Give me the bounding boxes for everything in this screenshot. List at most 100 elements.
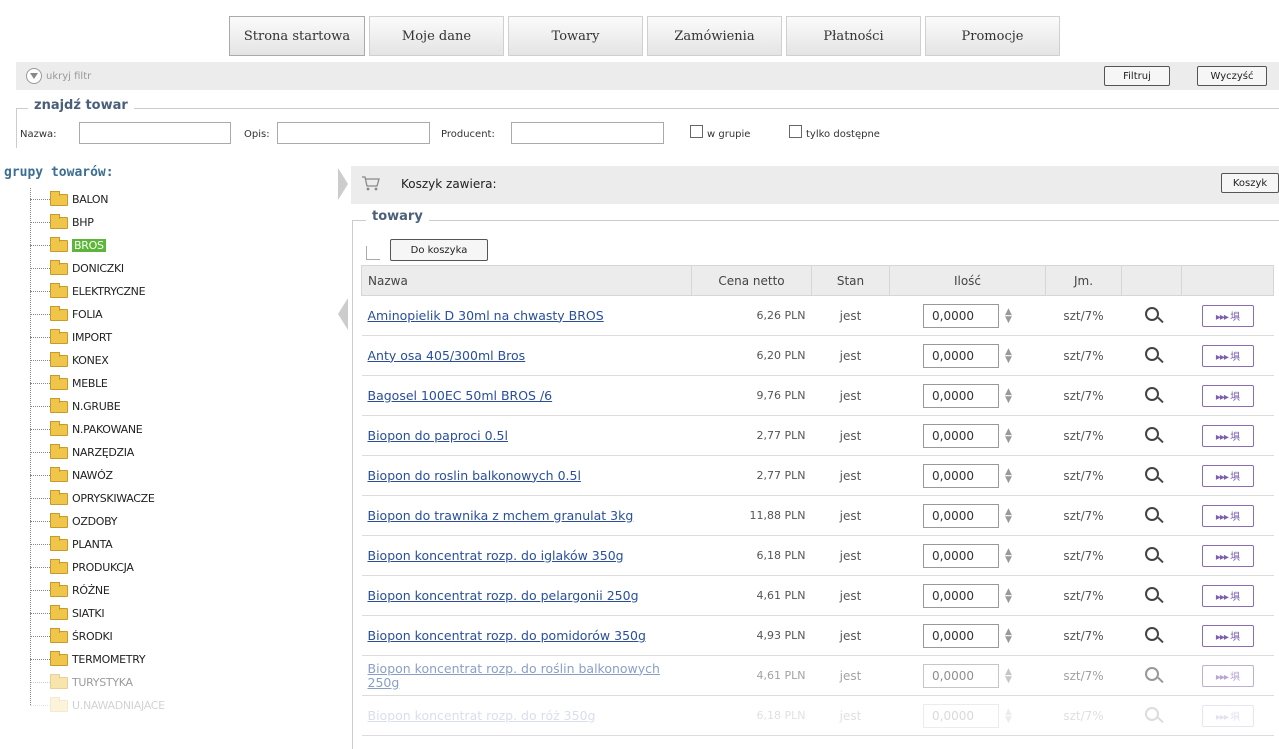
- tree-item[interactable]: IMPORT: [30, 326, 165, 349]
- expand-arrow-icon[interactable]: [338, 168, 348, 200]
- add-row-to-cart-button[interactable]: ▸▸▸ 埧: [1201, 544, 1254, 567]
- spinner-icon[interactable]: ▲ ▼: [1005, 668, 1012, 685]
- tab-products[interactable]: Towary: [508, 16, 643, 56]
- quantity-input[interactable]: 0,0000: [923, 343, 1000, 368]
- tree-item[interactable]: N.GRUBE: [30, 395, 165, 418]
- spinner-icon[interactable]: ▲ ▼: [1005, 548, 1012, 565]
- add-row-to-cart-button[interactable]: ▸▸▸ 埧: [1201, 584, 1254, 607]
- quantity-input[interactable]: 0,0000: [923, 463, 1000, 488]
- magnifier-icon[interactable]: [1144, 467, 1159, 481]
- magnifier-icon[interactable]: [1144, 347, 1159, 361]
- clear-button[interactable]: Wyczyść: [1197, 66, 1267, 86]
- name-input[interactable]: [79, 122, 231, 144]
- col-name[interactable]: Nazwa: [361, 265, 692, 296]
- magnifier-icon[interactable]: [1144, 627, 1159, 641]
- add-row-to-cart-button[interactable]: ▸▸▸ 埧: [1201, 304, 1254, 327]
- tree-item[interactable]: RÓŻNE: [30, 579, 165, 602]
- product-link[interactable]: Biopon koncentrat rozp. do iglaków 350g: [368, 548, 624, 563]
- quantity-input[interactable]: 0,0000: [923, 543, 1000, 568]
- tree-item[interactable]: TURYSTYKA: [30, 671, 165, 694]
- in-group-checkbox[interactable]: [690, 125, 703, 138]
- col-qty[interactable]: Ilość: [889, 265, 1046, 296]
- spinner-icon[interactable]: ▲ ▼: [1005, 388, 1012, 405]
- magnifier-icon[interactable]: [1144, 587, 1159, 601]
- spinner-icon[interactable]: ▲ ▼: [1005, 348, 1012, 365]
- panel-splitter[interactable]: [336, 166, 350, 330]
- spinner-icon[interactable]: ▲ ▼: [1005, 508, 1012, 525]
- product-link[interactable]: Biopon do paproci 0.5l: [368, 428, 508, 443]
- magnifier-icon[interactable]: [1144, 307, 1159, 321]
- spinner-icon[interactable]: ▲ ▼: [1005, 308, 1012, 325]
- tree-item[interactable]: KONEX: [30, 349, 165, 372]
- product-link[interactable]: Biopon do roslin balkonowych 0.5l: [368, 468, 581, 483]
- hide-filter-toggle[interactable]: ukryj filtr: [26, 68, 91, 84]
- tree-item[interactable]: FOLIA: [30, 303, 165, 326]
- producer-input[interactable]: [511, 122, 664, 144]
- product-link[interactable]: Anty osa 405/300ml Bros: [368, 348, 526, 363]
- spinner-icon[interactable]: ▲ ▼: [1005, 708, 1012, 725]
- spinner-icon[interactable]: ▲ ▼: [1005, 588, 1012, 605]
- spinner-icon[interactable]: ▲ ▼: [1005, 468, 1012, 485]
- tab-promotions[interactable]: Promocje: [925, 16, 1060, 56]
- add-row-to-cart-button[interactable]: ▸▸▸ 埧: [1201, 664, 1254, 687]
- magnifier-icon[interactable]: [1144, 707, 1159, 721]
- add-row-to-cart-button[interactable]: ▸▸▸ 埧: [1201, 704, 1254, 727]
- magnifier-icon[interactable]: [1144, 387, 1159, 401]
- add-row-to-cart-button[interactable]: ▸▸▸ 埧: [1201, 384, 1254, 407]
- quantity-input[interactable]: 0,0000: [923, 503, 1000, 528]
- available-only-checkbox[interactable]: [789, 125, 802, 138]
- spinner-icon[interactable]: ▲ ▼: [1005, 628, 1012, 645]
- product-link[interactable]: Biopon koncentrat rozp. do róż 350g: [368, 708, 596, 723]
- tree-item[interactable]: TERMOMETRY: [30, 648, 165, 671]
- tree-item[interactable]: BROS: [30, 234, 165, 257]
- product-link[interactable]: Biopon koncentrat rozp. do pomidorów 350…: [368, 628, 646, 643]
- tree-item[interactable]: NAWÓZ: [30, 464, 165, 487]
- quantity-input[interactable]: 0,0000: [923, 703, 1000, 728]
- tree-item[interactable]: ŚRODKI: [30, 625, 165, 648]
- quantity-input[interactable]: 0,0000: [923, 303, 1000, 328]
- tree-item[interactable]: U.NAWADNIAJACE: [30, 694, 165, 717]
- col-stock[interactable]: Stan: [811, 265, 890, 296]
- add-row-to-cart-button[interactable]: ▸▸▸ 埧: [1201, 504, 1254, 527]
- tree-item[interactable]: PLANTA: [30, 533, 165, 556]
- tree-item[interactable]: OZDOBY: [30, 510, 165, 533]
- tree-item[interactable]: MEBLE: [30, 372, 165, 395]
- magnifier-icon[interactable]: [1144, 427, 1159, 441]
- filter-button[interactable]: Filtruj: [1104, 66, 1170, 86]
- add-to-cart-button[interactable]: Do koszyka: [390, 239, 488, 261]
- tree-item[interactable]: ELEKTRYCZNE: [30, 280, 165, 303]
- quantity-input[interactable]: 0,0000: [923, 583, 1000, 608]
- tree-item[interactable]: BALON: [30, 188, 165, 211]
- magnifier-icon[interactable]: [1144, 507, 1159, 521]
- col-price[interactable]: Cena netto: [691, 265, 812, 296]
- product-link[interactable]: Biopon do trawnika z mchem granulat 3kg: [368, 508, 634, 523]
- quantity-input[interactable]: 0,0000: [923, 663, 1000, 688]
- tree-item[interactable]: N.PAKOWANE: [30, 418, 165, 441]
- quantity-input[interactable]: 0,0000: [923, 383, 1000, 408]
- quantity-input[interactable]: 0,0000: [923, 423, 1000, 448]
- magnifier-icon[interactable]: [1144, 547, 1159, 561]
- tree-item[interactable]: NARZĘDZIA: [30, 441, 165, 464]
- product-link[interactable]: Bagosel 100EC 50ml BROS /6: [368, 388, 553, 403]
- col-unit[interactable]: Jm.: [1045, 265, 1122, 296]
- tab-my-data[interactable]: Moje dane: [369, 16, 504, 56]
- tab-orders[interactable]: Zamówienia: [647, 16, 782, 56]
- add-row-to-cart-button[interactable]: ▸▸▸ 埧: [1201, 344, 1254, 367]
- spinner-icon[interactable]: ▲ ▼: [1005, 428, 1012, 445]
- magnifier-icon[interactable]: [1144, 667, 1159, 681]
- tree-item[interactable]: PRODUKCJA: [30, 556, 165, 579]
- collapse-arrow-icon[interactable]: [338, 298, 348, 330]
- quantity-input[interactable]: 0,0000: [923, 623, 1000, 648]
- tab-home[interactable]: Strona startowa: [229, 16, 365, 56]
- add-row-to-cart-button[interactable]: ▸▸▸ 埧: [1201, 624, 1254, 647]
- product-link[interactable]: Biopon koncentrat rozp. do roślin balkon…: [368, 661, 660, 690]
- add-row-to-cart-button[interactable]: ▸▸▸ 埧: [1201, 424, 1254, 447]
- description-input[interactable]: [277, 122, 430, 144]
- product-link[interactable]: Aminopielik D 30ml na chwasty BROS: [368, 308, 604, 323]
- cart-button[interactable]: Koszyk: [1221, 173, 1279, 193]
- add-row-to-cart-button[interactable]: ▸▸▸ 埧: [1201, 464, 1254, 487]
- tree-item[interactable]: BHP: [30, 211, 165, 234]
- tree-item[interactable]: DONICZKI: [30, 257, 165, 280]
- tab-payments[interactable]: Płatności: [786, 16, 921, 56]
- tree-item[interactable]: OPRYSKIWACZE: [30, 487, 165, 510]
